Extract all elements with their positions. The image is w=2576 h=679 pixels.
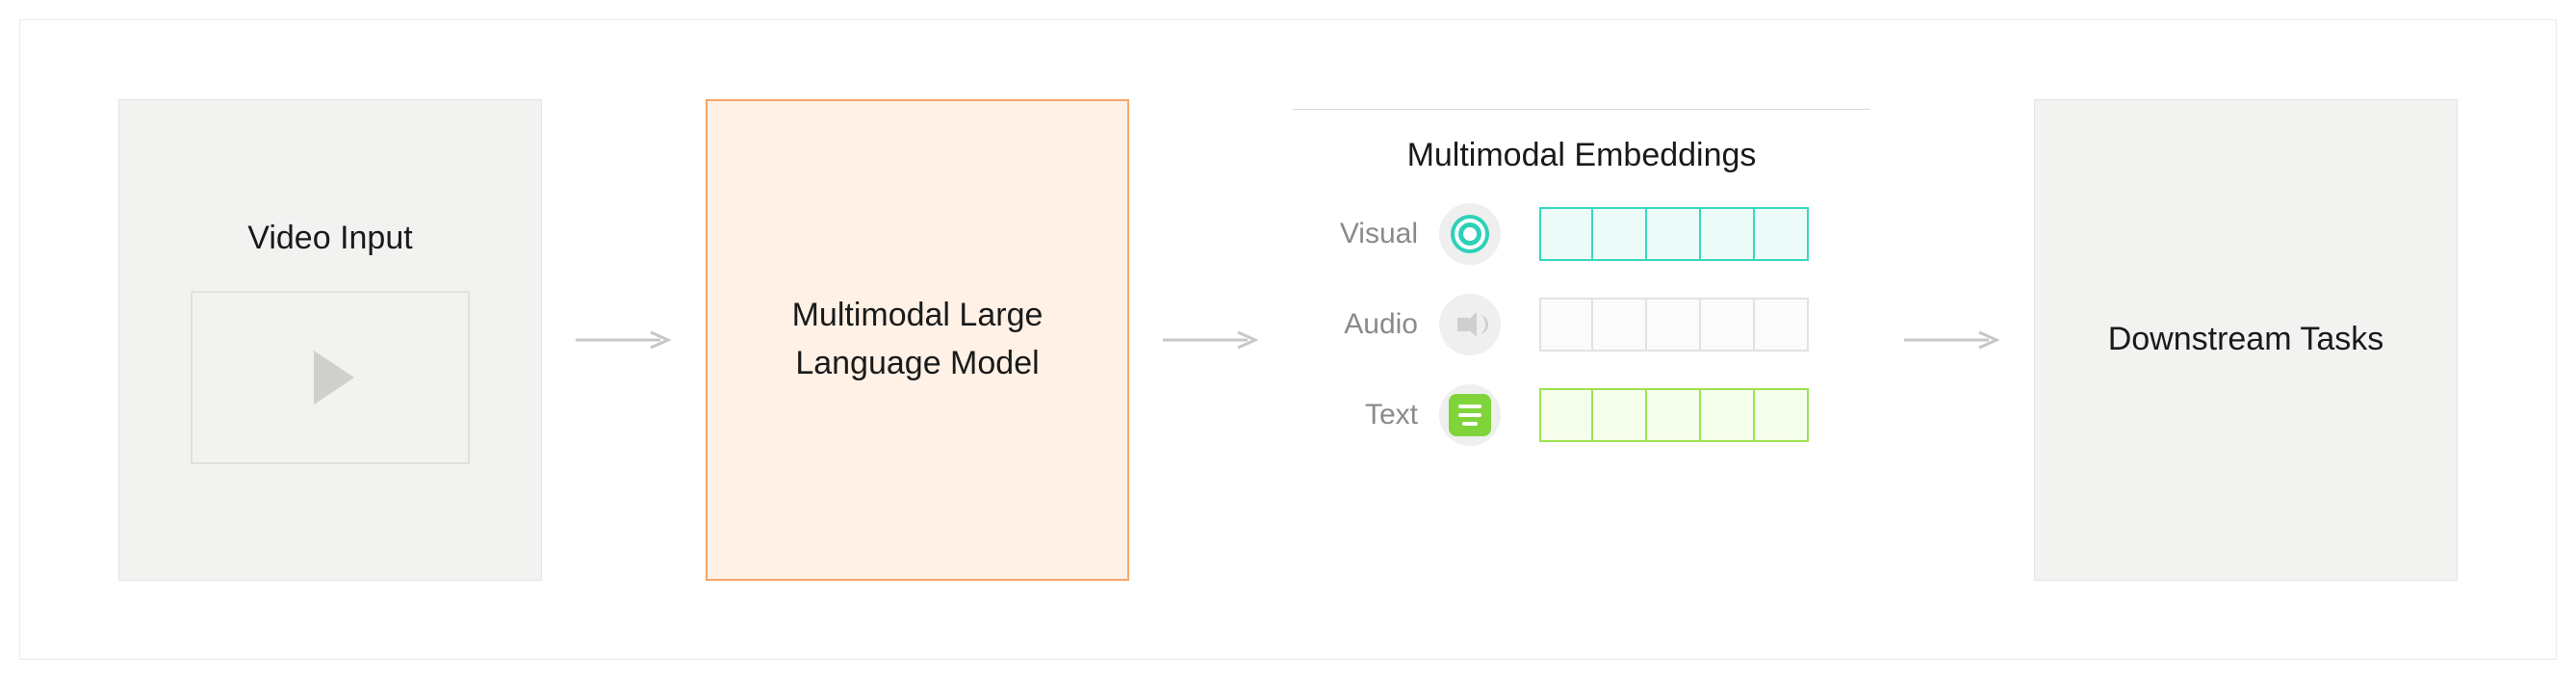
- embedding-row-text: Text: [1293, 384, 1870, 446]
- embedding-cell: [1593, 298, 1647, 352]
- embedding-label: Audio: [1293, 308, 1418, 341]
- embedding-row-audio: Audio: [1293, 294, 1870, 355]
- embedding-cell: [1701, 388, 1755, 442]
- embedding-cells-text: [1539, 388, 1809, 442]
- text-icon: [1439, 384, 1501, 446]
- embedding-cell: [1755, 207, 1809, 261]
- embedding-cell: [1701, 207, 1755, 261]
- downstream-block: Downstream Tasks: [2034, 99, 2458, 581]
- embeddings-block: Multimodal Embeddings Visual Audio: [1293, 99, 1870, 581]
- embedding-cell: [1755, 298, 1809, 352]
- arrow-icon: [571, 328, 677, 352]
- speaker-icon: [1439, 294, 1501, 355]
- embedding-cell: [1755, 388, 1809, 442]
- video-thumbnail: [191, 291, 470, 464]
- diagram-canvas: Video Input Multimodal Large Language Mo…: [19, 19, 2557, 660]
- mllm-title-line1: Multimodal Large: [792, 297, 1043, 333]
- embedding-cell: [1701, 298, 1755, 352]
- arrow-icon: [1899, 328, 2005, 352]
- embedding-cell: [1539, 388, 1593, 442]
- embedding-label: Visual: [1293, 218, 1418, 250]
- embedding-cell: [1647, 388, 1701, 442]
- play-icon: [314, 351, 354, 405]
- embedding-cell: [1647, 298, 1701, 352]
- downstream-title: Downstream Tasks: [2108, 316, 2384, 363]
- embeddings-divider: [1293, 109, 1870, 110]
- eye-icon: [1439, 203, 1501, 265]
- arrow-icon: [1158, 328, 1264, 352]
- embedding-cell: [1539, 207, 1593, 261]
- video-input-title: Video Input: [247, 215, 412, 262]
- embedding-row-visual: Visual: [1293, 203, 1870, 265]
- video-input-block: Video Input: [118, 99, 542, 581]
- embedding-cell: [1593, 207, 1647, 261]
- embedding-cell: [1593, 388, 1647, 442]
- embedding-cell: [1647, 207, 1701, 261]
- mllm-title-line2: Language Model: [795, 345, 1039, 381]
- embedding-cells-visual: [1539, 207, 1809, 261]
- mllm-title: Multimodal Large Language Model: [792, 292, 1043, 387]
- embeddings-title: Multimodal Embeddings: [1407, 137, 1757, 174]
- mllm-block: Multimodal Large Language Model: [706, 99, 1129, 581]
- embedding-cells-audio: [1539, 298, 1809, 352]
- embedding-cell: [1539, 298, 1593, 352]
- embedding-label: Text: [1293, 399, 1418, 431]
